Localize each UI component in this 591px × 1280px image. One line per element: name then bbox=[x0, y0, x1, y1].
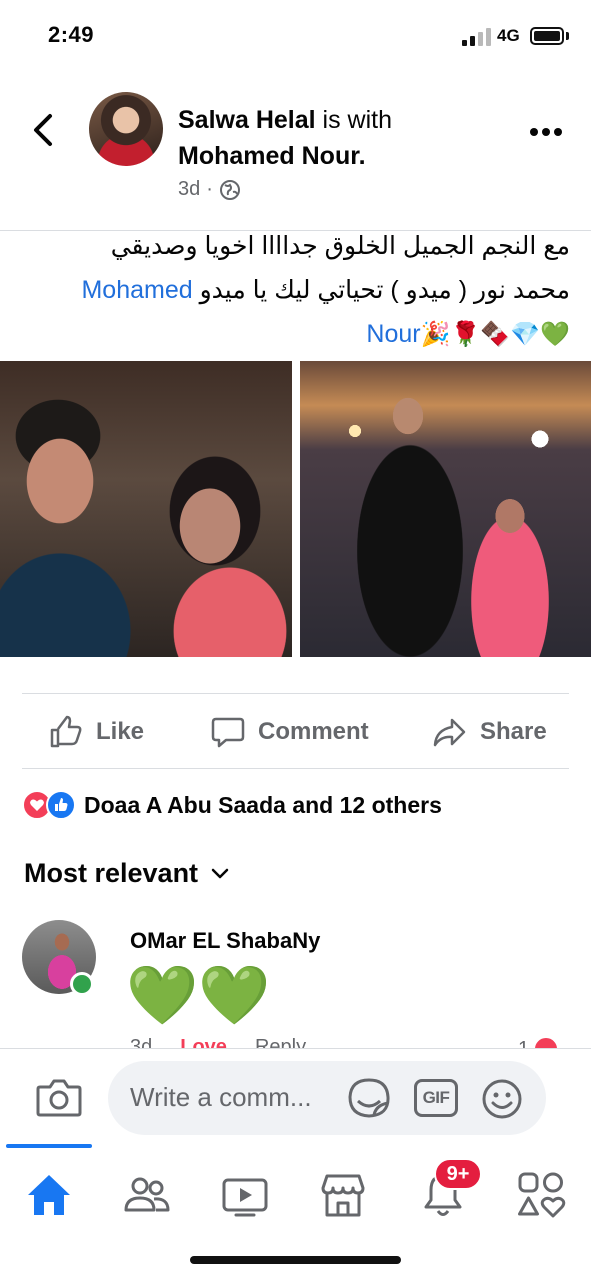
post-emojis: 💚💎🍫🌹🎉 bbox=[420, 321, 570, 348]
comment-label: Comment bbox=[258, 718, 369, 745]
mention-link-2[interactable]: Nour bbox=[366, 320, 420, 348]
share-label: Share bbox=[480, 718, 547, 745]
like-label: Like bbox=[96, 718, 145, 745]
mention-link[interactable]: Mohamed bbox=[81, 276, 192, 304]
share-arrow-icon bbox=[433, 718, 466, 747]
more-options-icon[interactable] bbox=[528, 126, 564, 138]
chevron-down-icon bbox=[211, 868, 229, 878]
thumbs-up-icon bbox=[50, 715, 82, 748]
reactions-summary[interactable]: Doaa A Abu Saada and 12 others bbox=[22, 790, 442, 820]
action-bar: Like Comment Share bbox=[0, 694, 591, 768]
post-header: Salwa Helal is with Mohamed Nour. 3d · bbox=[0, 80, 591, 220]
post-photo-left[interactable] bbox=[0, 361, 292, 657]
notifications-badge: 9+ bbox=[434, 1158, 482, 1190]
battery-icon bbox=[530, 27, 564, 45]
with-text: is with bbox=[315, 106, 392, 134]
comment-composer: GIF bbox=[0, 1048, 591, 1144]
commenter-name[interactable]: OMar EL ShabaNy bbox=[130, 928, 320, 954]
like-reaction-icon bbox=[46, 790, 76, 820]
post-timestamp[interactable]: 3d bbox=[178, 178, 200, 201]
comment-bubble-icon bbox=[211, 717, 245, 748]
comment-body: 💚💚 bbox=[126, 963, 271, 1028]
emoji-icon[interactable] bbox=[480, 1077, 524, 1121]
comment-input-wrapper: GIF bbox=[108, 1061, 546, 1135]
actions-divider-bottom bbox=[22, 768, 569, 769]
globe-icon bbox=[219, 179, 240, 200]
active-tab-indicator bbox=[6, 1144, 92, 1148]
battery-tip bbox=[566, 32, 569, 40]
post-text-line-2: محمد نور ( ميدو ) تحياتي ليك يا ميدو Moh… bbox=[81, 276, 570, 304]
post-photo-right[interactable] bbox=[300, 361, 591, 657]
signal-strength-icon bbox=[462, 28, 492, 46]
sticker-icon[interactable] bbox=[346, 1077, 392, 1119]
reactions-text: Doaa A Abu Saada and 12 others bbox=[84, 791, 442, 818]
camera-icon[interactable] bbox=[36, 1077, 82, 1117]
status-bar: 2:49 4G bbox=[0, 0, 591, 72]
post-text-line-3: 💚💎🍫🌹🎉Nour bbox=[24, 312, 570, 357]
post-text-line-1: مع النجم الجميل الخلوق جداااا اخويا وصدي… bbox=[110, 232, 570, 260]
friends-icon[interactable] bbox=[122, 1170, 172, 1220]
marketplace-icon[interactable] bbox=[318, 1170, 368, 1220]
online-status-dot bbox=[70, 972, 94, 996]
comment-sort-dropdown[interactable]: Most relevant bbox=[24, 858, 230, 889]
comment-button[interactable]: Comment bbox=[210, 714, 369, 750]
share-button[interactable]: Share bbox=[432, 714, 547, 750]
post-meta: 3d · bbox=[178, 178, 241, 201]
author-avatar[interactable] bbox=[89, 92, 163, 166]
menu-icon[interactable] bbox=[516, 1170, 566, 1220]
status-time: 2:49 bbox=[48, 22, 95, 47]
like-button[interactable]: Like bbox=[48, 714, 144, 750]
watch-icon[interactable] bbox=[220, 1170, 270, 1220]
back-arrow-icon[interactable] bbox=[26, 110, 62, 150]
comment-input[interactable] bbox=[130, 1079, 350, 1115]
home-icon[interactable] bbox=[24, 1170, 74, 1220]
home-indicator bbox=[190, 1256, 401, 1264]
author-name[interactable]: Salwa Helal bbox=[178, 106, 316, 134]
post-text: مع النجم الجميل الخلوق جداااا اخويا وصدي… bbox=[24, 224, 570, 357]
sort-label: Most relevant bbox=[24, 858, 199, 888]
meta-separator: · bbox=[206, 178, 213, 200]
tagged-name[interactable]: Mohamed Nour. bbox=[178, 142, 366, 170]
gif-button[interactable]: GIF bbox=[414, 1079, 458, 1117]
network-label: 4G bbox=[497, 26, 520, 45]
post-author-line: Salwa Helal is with Mohamed Nour. bbox=[178, 102, 538, 174]
